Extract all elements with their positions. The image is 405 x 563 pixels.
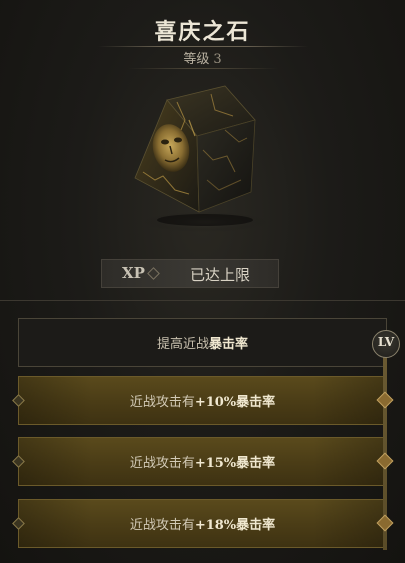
upgrade-row-1[interactable]: 近战攻击有+10%暴击率 bbox=[12, 376, 387, 425]
upgrade-prefix: 提高近战 bbox=[156, 337, 209, 352]
upgrade-prefix: 近战攻击有 bbox=[129, 456, 195, 471]
upgrade-highlight: 暴击率 bbox=[236, 456, 276, 471]
upgrade-highlight: 暴击率 bbox=[236, 518, 276, 533]
upgrade-value: +18% bbox=[194, 518, 237, 533]
upgrade-row-3[interactable]: 近战攻击有+18%暴击率 bbox=[12, 499, 387, 548]
upgrade-prefix: 近战攻击有 bbox=[129, 518, 195, 533]
upgrade-text: 提高近战暴击率 bbox=[19, 333, 386, 352]
upgrade-highlight: 暴击率 bbox=[209, 337, 249, 352]
level-badge: LV bbox=[372, 330, 400, 358]
upgrade-value: +15% bbox=[194, 456, 237, 471]
upgrade-row-base[interactable]: 提高近战暴击率 bbox=[18, 318, 387, 367]
level-divider bbox=[128, 68, 278, 69]
item-level: 等级 3 bbox=[0, 48, 405, 67]
level-badge-text: LV bbox=[377, 335, 395, 349]
title-divider bbox=[98, 46, 308, 47]
upgrade-highlight: 暴击率 bbox=[236, 395, 276, 410]
item-title: 喜庆之石 bbox=[154, 20, 251, 45]
level-label: 等级 bbox=[183, 52, 210, 67]
upgrade-row-2[interactable]: 近战攻击有+15%暴击率 bbox=[12, 437, 387, 486]
upgrade-prefix: 近战攻击有 bbox=[129, 395, 195, 410]
section-divider bbox=[0, 300, 405, 301]
upgrade-text: 近战攻击有+10%暴击率 bbox=[19, 391, 386, 410]
xp-label: XP bbox=[122, 264, 145, 282]
xp-status-text: 已达上限 bbox=[190, 266, 251, 284]
upgrade-text: 近战攻击有+15%暴击率 bbox=[19, 452, 386, 471]
upgrade-text: 近战攻击有+18%暴击率 bbox=[19, 514, 386, 533]
xp-status-bar: XP 已达上限 bbox=[101, 259, 279, 288]
upgrade-value: +10% bbox=[194, 395, 237, 410]
level-value: 3 bbox=[213, 52, 222, 67]
diamond-icon bbox=[147, 267, 160, 280]
stone-cube-icon bbox=[134, 85, 267, 232]
